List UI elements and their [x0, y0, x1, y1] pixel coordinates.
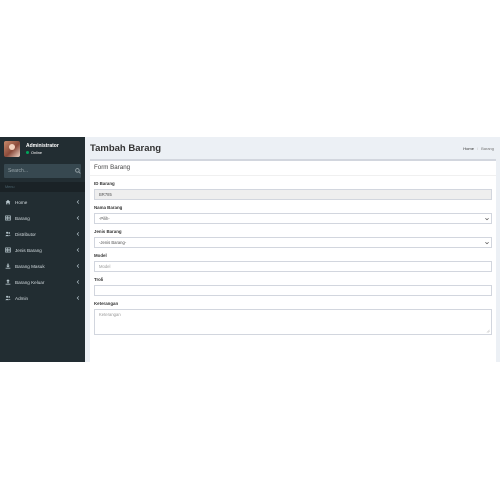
- sidebar-item-jenis-barang[interactable]: Jenis Barang: [0, 242, 85, 258]
- jenis-barang-selected: -Jenis Barang-: [99, 240, 127, 245]
- chevron-left-icon: [76, 264, 80, 268]
- chevron-left-icon: [76, 232, 80, 236]
- sidebar-item-label: Barang: [15, 215, 30, 221]
- troli-input[interactable]: [94, 285, 492, 296]
- breadcrumb: Home / Barang: [463, 146, 494, 151]
- chevron-down-icon: [485, 217, 489, 220]
- app-window: Administrator Online Menu Home: [0, 137, 500, 362]
- sidebar-item-home[interactable]: Home: [0, 194, 85, 210]
- chevron-left-icon: [76, 296, 80, 300]
- sidebar-item-barang-masuk[interactable]: Barang Masuk: [0, 258, 85, 274]
- user-status-text: Online: [31, 150, 42, 155]
- jenis-barang-label: Jenis Barang: [94, 229, 122, 234]
- sidebar-item-label: Barang Keluar: [15, 279, 45, 285]
- sidebar: Administrator Online Menu Home: [0, 137, 85, 362]
- sidebar-item-label: Barang Masuk: [15, 263, 45, 269]
- jenis-barang-select[interactable]: -Jenis Barang-: [94, 237, 492, 248]
- id-barang-label: ID Barang: [94, 181, 115, 186]
- page-title: Tambah Barang: [90, 142, 162, 154]
- keterangan-placeholder: Keterangan: [99, 312, 121, 317]
- avatar: [4, 141, 20, 157]
- online-dot-icon: [26, 151, 29, 154]
- breadcrumb-current: Barang: [481, 145, 494, 151]
- keterangan-label: Keterangan: [94, 301, 119, 306]
- home-icon: [5, 199, 11, 205]
- nama-barang-label: Nama Barang: [94, 205, 123, 210]
- sidebar-item-label: Admin: [15, 295, 29, 301]
- table-icon: [5, 247, 11, 253]
- chevron-left-icon: [76, 280, 80, 284]
- nama-barang-select[interactable]: -Pilih-: [94, 213, 492, 224]
- box-title: Form Barang: [90, 161, 496, 176]
- search-input[interactable]: [4, 164, 74, 178]
- id-barang-field: BR785: [94, 189, 492, 200]
- download-icon: [5, 263, 11, 269]
- chevron-left-icon: [76, 200, 80, 204]
- sidebar-item-barang[interactable]: Barang: [0, 210, 85, 226]
- form-box: Form Barang ID Barang BR785 Nama Barang …: [90, 159, 496, 362]
- sidebar-item-barang-keluar[interactable]: Barang Keluar: [0, 274, 85, 290]
- breadcrumb-separator: /: [476, 145, 479, 151]
- upload-icon: [5, 279, 11, 285]
- keterangan-textarea[interactable]: Keterangan: [94, 309, 492, 335]
- user-info: Administrator Online: [26, 143, 59, 156]
- nama-barang-selected: -Pilih-: [99, 216, 110, 221]
- sidebar-search: [4, 164, 81, 178]
- resize-handle-icon[interactable]: [486, 329, 490, 333]
- sidebar-item-distributor[interactable]: Distributor: [0, 226, 85, 242]
- content-header: Tambah Barang Home / Barang: [85, 137, 500, 159]
- sidebar-item-label: Jenis Barang: [15, 247, 42, 253]
- users-icon: [5, 295, 11, 301]
- user-panel: Administrator Online: [0, 137, 85, 161]
- id-barang-value: BR785: [99, 192, 112, 197]
- table-icon: [5, 215, 11, 221]
- user-status: Online: [26, 150, 59, 156]
- search-button[interactable]: [74, 164, 81, 178]
- breadcrumb-home-link[interactable]: Home: [463, 146, 474, 151]
- users-icon: [5, 231, 11, 237]
- menu-header: Menu: [0, 182, 85, 192]
- content-wrapper: Tambah Barang Home / Barang Form Barang …: [85, 137, 500, 362]
- sidebar-item-admin[interactable]: Admin: [0, 290, 85, 306]
- form-barang: ID Barang BR785 Nama Barang -Pilih- Jeni…: [90, 181, 496, 335]
- model-input[interactable]: [94, 261, 492, 272]
- chevron-down-icon: [485, 241, 489, 244]
- sidebar-item-label: Distributor: [15, 231, 36, 237]
- chevron-left-icon: [76, 216, 80, 220]
- model-label: Model: [94, 253, 107, 258]
- user-name: Administrator: [26, 142, 59, 149]
- troli-label: Troli: [94, 277, 104, 282]
- search-icon: [74, 168, 81, 174]
- sidebar-item-label: Home: [15, 199, 28, 205]
- chevron-left-icon: [76, 248, 80, 252]
